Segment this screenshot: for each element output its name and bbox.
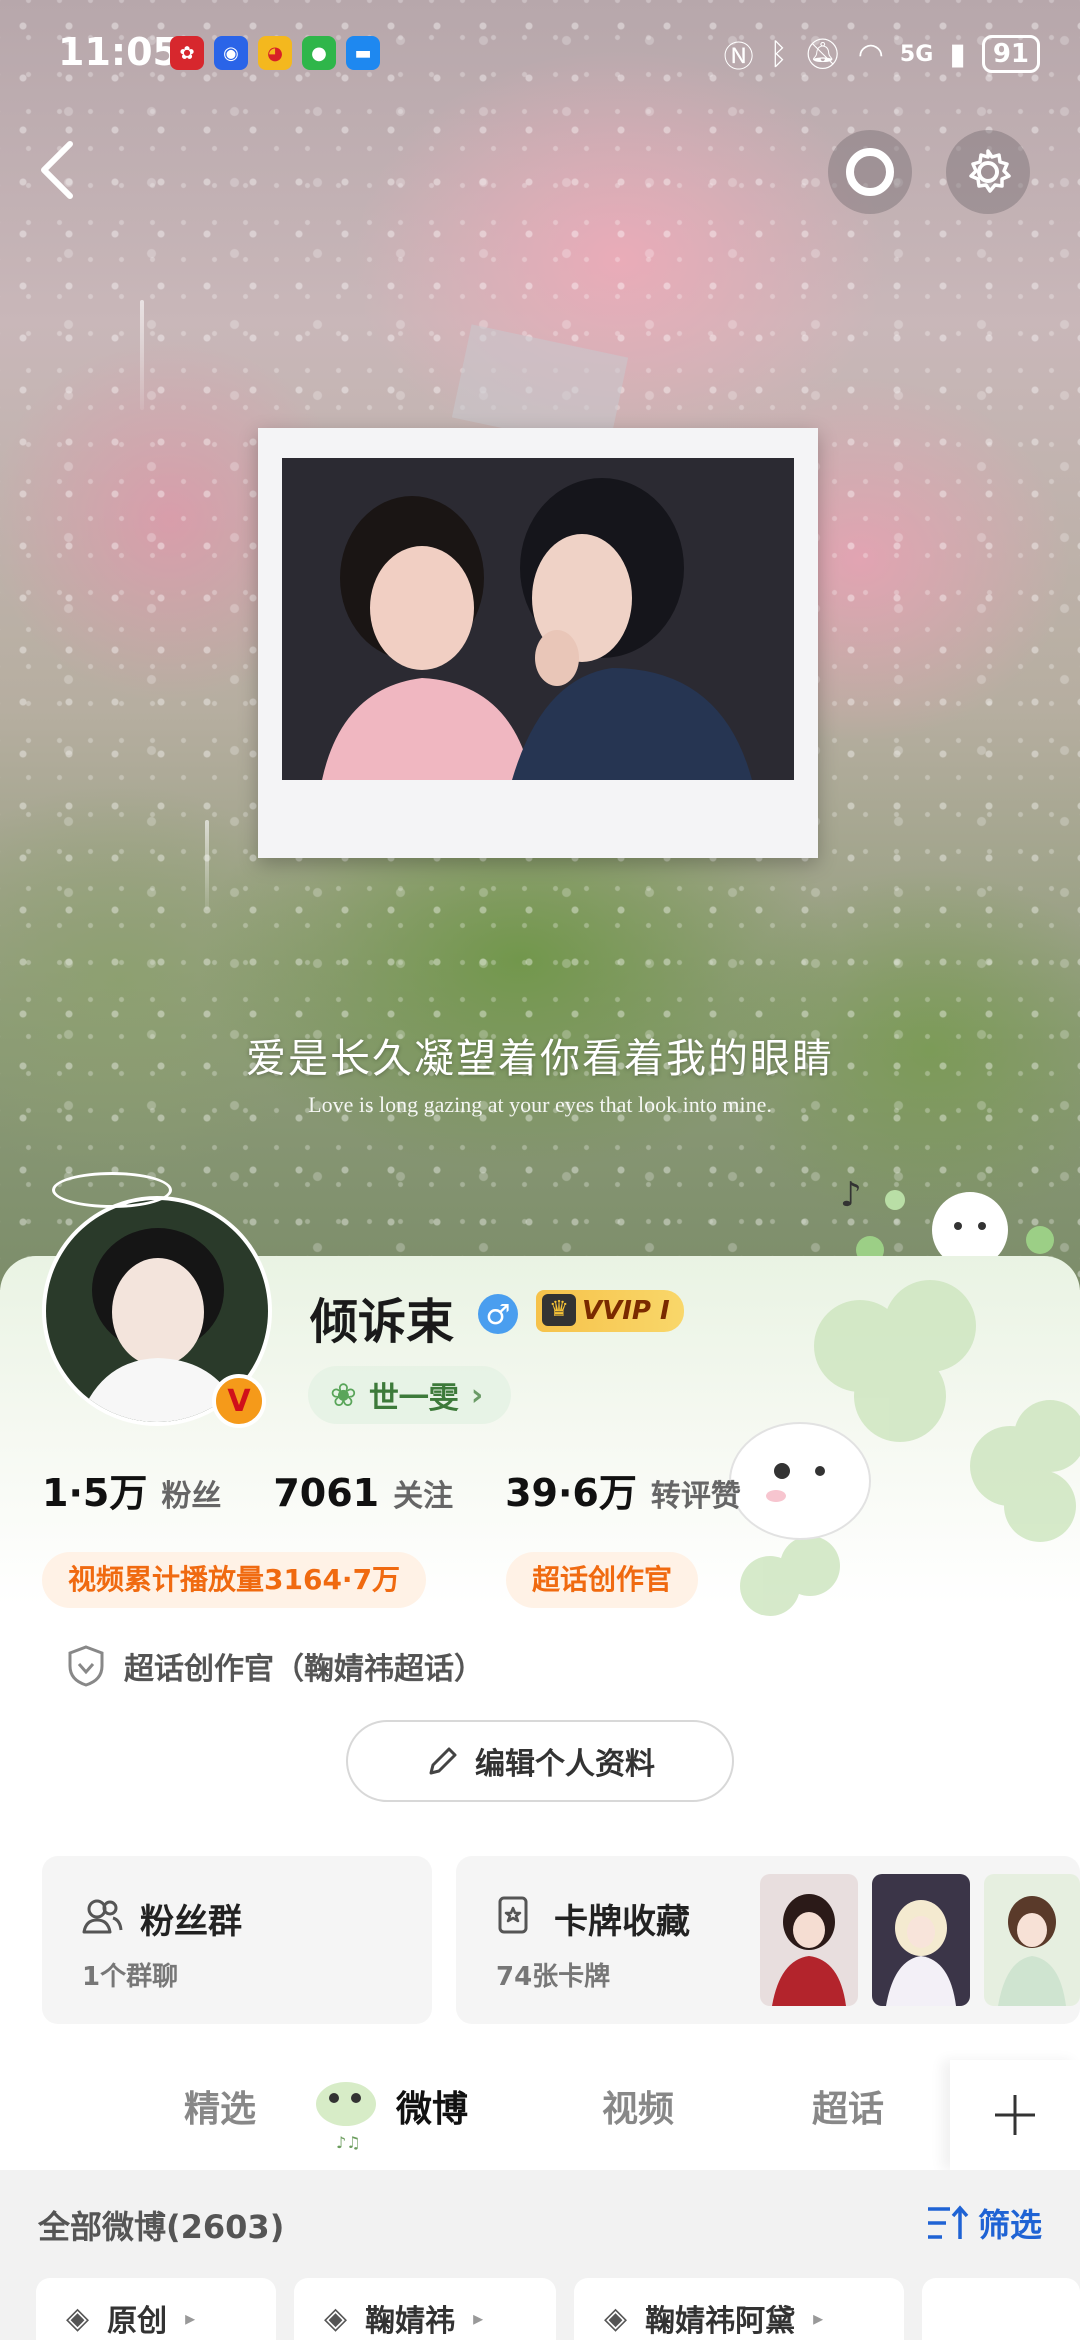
tab-videos[interactable]: 视频	[602, 2080, 674, 2132]
tab-featured[interactable]: 精选	[184, 2080, 256, 2132]
couple-photo	[282, 458, 794, 780]
chevron-right-icon: ▸	[473, 2306, 484, 2330]
profile-username: 倾诉束	[310, 1294, 455, 1350]
story-ring-button[interactable]	[828, 130, 912, 214]
chevron-right-icon: ▸	[813, 2306, 824, 2330]
signal-icon: ▮	[949, 36, 966, 72]
vip-badge-label: VVIP I	[582, 1296, 670, 1326]
interactions-label[interactable]: 转评赞	[651, 1471, 741, 1515]
card-thumbnail[interactable]	[872, 1874, 970, 2006]
filter-chip-more[interactable]	[922, 2278, 1080, 2340]
group-icon	[82, 1899, 123, 1934]
cover-quote-chinese: 爱是长久凝望着你看着我的眼睛	[246, 1036, 834, 1082]
chevron-right-icon: ▸	[185, 2306, 196, 2330]
chevron-left-icon	[41, 141, 73, 199]
card-thumbnail-image	[760, 1874, 858, 2006]
creator-badge-text: 超话创作官（鞠婧祎超话）	[124, 1652, 484, 1687]
creator-badge-row[interactable]: 超话创作官（鞠婧祎超话）	[66, 1644, 484, 1688]
interactions-count[interactable]: 39·6万	[505, 1462, 637, 1517]
feed-header: 全部微博(2603) 筛选	[0, 2170, 1080, 2270]
frog-sticker-icon: ♪♫	[312, 2074, 382, 2152]
fan-group-title: 粉丝群	[140, 1902, 242, 1942]
edit-profile-label: 编辑个人资料	[475, 1747, 655, 1782]
shield-icon	[68, 1645, 104, 1687]
card-collection-title: 卡牌收藏	[554, 1902, 690, 1942]
verified-v-badge[interactable]: V	[212, 1374, 266, 1428]
rain-streak	[205, 820, 209, 910]
followers-count[interactable]: 1·5万	[42, 1462, 147, 1517]
filter-chip-star-role[interactable]: ◈ 鞠婧祎阿黛 ▸	[574, 2278, 904, 2340]
bluetooth-icon: ᛒ	[769, 36, 788, 72]
following-count[interactable]: 7061	[273, 1471, 379, 1515]
svg-text:♪♫: ♪♫	[336, 2133, 361, 2152]
profile-tabs: 精选 ♪♫ 微博 视频 超话	[0, 2060, 1080, 2170]
layers-icon: ◈	[604, 2300, 628, 2336]
filter-button[interactable]: 筛选	[926, 2200, 1042, 2246]
layers-icon: ◈	[66, 2300, 90, 2336]
filter-chip-star[interactable]: ◈ 鞠婧祎 ▸	[294, 2278, 556, 2340]
status-indicators: Ⓝ ᛒ 🔕︎ ◠ 5G ▮ 91	[724, 32, 1040, 76]
chip-label: 原创	[107, 2304, 168, 2339]
filter-label: 筛选	[977, 2206, 1042, 2244]
fan-tag-label: 世一雯	[368, 1381, 459, 1416]
fan-group-tile[interactable]: 粉丝群 1个群聊	[42, 1856, 432, 2024]
filter-icon	[927, 2205, 969, 2239]
video-plays-pill[interactable]: 视频累计播放量3164·7万	[42, 1552, 427, 1608]
all-posts-count: 全部微博(2603)	[38, 2208, 285, 2246]
cover-quote-english: Love is long gazing at your eyes that lo…	[308, 1092, 772, 1117]
battery-indicator: 91	[981, 35, 1040, 73]
fan-group-subtitle: 1个群聊	[82, 1962, 179, 1992]
chip-label: 鞠婧祎	[365, 2304, 456, 2339]
network-label: 5G	[899, 41, 934, 67]
halo-decoration	[52, 1172, 172, 1208]
mute-bell-icon: 🔕︎	[803, 36, 842, 72]
add-tab-button[interactable]	[950, 2060, 1080, 2170]
profile-stats: 1·5万 粉丝 7061 关注 39·6万 转评赞	[42, 1462, 793, 1517]
pencil-icon	[429, 1747, 457, 1775]
layers-icon: ◈	[324, 2300, 348, 2336]
message-icon: ▬	[346, 36, 380, 70]
notification-icons: ✿ ◉ ◕ ● ▬	[170, 36, 380, 70]
following-label[interactable]: 关注	[393, 1471, 453, 1515]
tab-weibo[interactable]: 微博	[396, 2080, 468, 2132]
vip-badge[interactable]: ♛ VVIP I	[536, 1290, 684, 1332]
weibo-icon: ◕	[258, 36, 292, 70]
couple-photo-illustration	[282, 458, 794, 780]
creator-pill[interactable]: 超话创作官	[506, 1552, 699, 1608]
lotus-icon: ❀	[330, 1376, 357, 1414]
chip-label: 鞠婧祎阿黛	[645, 2304, 796, 2339]
filter-chip-original[interactable]: ◈ 原创 ▸	[36, 2278, 276, 2340]
music-note-icon: ♪	[840, 1175, 862, 1215]
wifi-icon: ◠	[857, 36, 884, 72]
chevron-right-icon: ›	[470, 1377, 484, 1413]
gear-icon	[969, 149, 1011, 193]
plus-icon	[995, 2095, 1035, 2135]
card-thumbnail[interactable]	[984, 1874, 1080, 2006]
crown-icon: ♛	[542, 1294, 576, 1326]
rain-streak	[140, 300, 144, 410]
status-time: 11:05	[58, 30, 179, 74]
fan-tag-pill[interactable]: ❀ 世一雯 ›	[308, 1366, 512, 1424]
followers-label[interactable]: 粉丝	[161, 1471, 221, 1515]
card-thumbnail[interactable]	[760, 1874, 858, 2006]
back-button[interactable]	[30, 130, 90, 210]
nfc-icon: Ⓝ	[723, 40, 754, 75]
card-icon	[498, 1896, 528, 1934]
polaroid-photo-frame	[258, 428, 818, 858]
card-collection-subtitle: 74张卡牌	[496, 1962, 611, 1992]
edit-profile-button[interactable]: 编辑个人资料	[346, 1720, 734, 1802]
tab-supertopic[interactable]: 超话	[812, 2080, 884, 2132]
male-gender-icon: ♂	[478, 1294, 518, 1334]
ring-icon	[846, 148, 894, 196]
wechat-icon: ●	[302, 36, 336, 70]
profile-cover[interactable]: 爱是长久凝望着你看着我的眼睛 Love is long gazing at yo…	[0, 0, 1080, 1290]
status-bar: 11:05 ✿ ◉ ◕ ● ▬ Ⓝ ᛒ 🔕︎ ◠ 5G ▮ 91	[0, 0, 1080, 110]
card-thumbnail-image	[984, 1874, 1080, 2006]
card-thumbnail-image	[872, 1874, 970, 2006]
settings-button[interactable]	[946, 130, 1030, 214]
huawei-icon: ✿	[170, 36, 204, 70]
browser-icon: ◉	[214, 36, 248, 70]
